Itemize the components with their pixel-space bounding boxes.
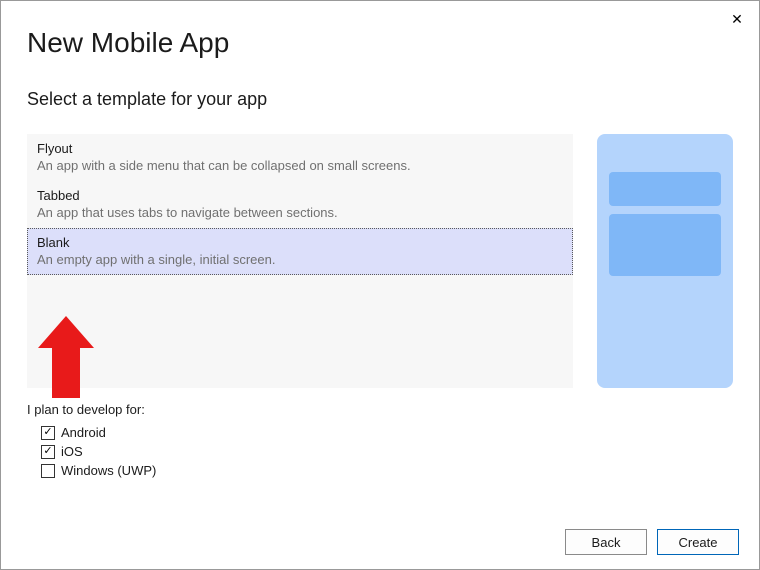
preview-body-block — [609, 214, 721, 276]
dialog-subtitle: Select a template for your app — [1, 59, 759, 110]
checkbox-label: Android — [61, 425, 106, 440]
preview-header-block — [609, 172, 721, 206]
template-name: Blank — [37, 235, 563, 250]
template-preview — [597, 134, 733, 388]
template-item-tabbed[interactable]: Tabbed An app that uses tabs to navigate… — [27, 181, 573, 228]
template-desc: An app with a side menu that can be coll… — [37, 158, 563, 173]
checkbox-row-uwp[interactable]: Windows (UWP) — [27, 461, 759, 480]
develop-for-section: I plan to develop for: ✓ Android ✓ iOS W… — [1, 388, 759, 480]
checkbox-row-android[interactable]: ✓ Android — [27, 423, 759, 442]
dialog-title: New Mobile App — [1, 1, 759, 59]
checkbox-uwp[interactable] — [41, 464, 55, 478]
template-desc: An app that uses tabs to navigate betwee… — [37, 205, 563, 220]
template-list: Flyout An app with a side menu that can … — [27, 134, 573, 388]
template-name: Tabbed — [37, 188, 563, 203]
checkbox-ios[interactable]: ✓ — [41, 445, 55, 459]
close-button[interactable]: ✕ — [727, 9, 747, 29]
checkbox-label: iOS — [61, 444, 83, 459]
button-bar: Back Create — [565, 529, 739, 555]
close-icon: ✕ — [731, 11, 743, 28]
template-desc: An empty app with a single, initial scre… — [37, 252, 563, 267]
checkbox-row-ios[interactable]: ✓ iOS — [27, 442, 759, 461]
develop-for-label: I plan to develop for: — [27, 402, 759, 417]
template-name: Flyout — [37, 141, 563, 156]
back-button[interactable]: Back — [565, 529, 647, 555]
checkbox-label: Windows (UWP) — [61, 463, 156, 478]
checkbox-android[interactable]: ✓ — [41, 426, 55, 440]
template-item-flyout[interactable]: Flyout An app with a side menu that can … — [27, 134, 573, 181]
template-item-blank[interactable]: Blank An empty app with a single, initia… — [27, 228, 573, 275]
create-button[interactable]: Create — [657, 529, 739, 555]
